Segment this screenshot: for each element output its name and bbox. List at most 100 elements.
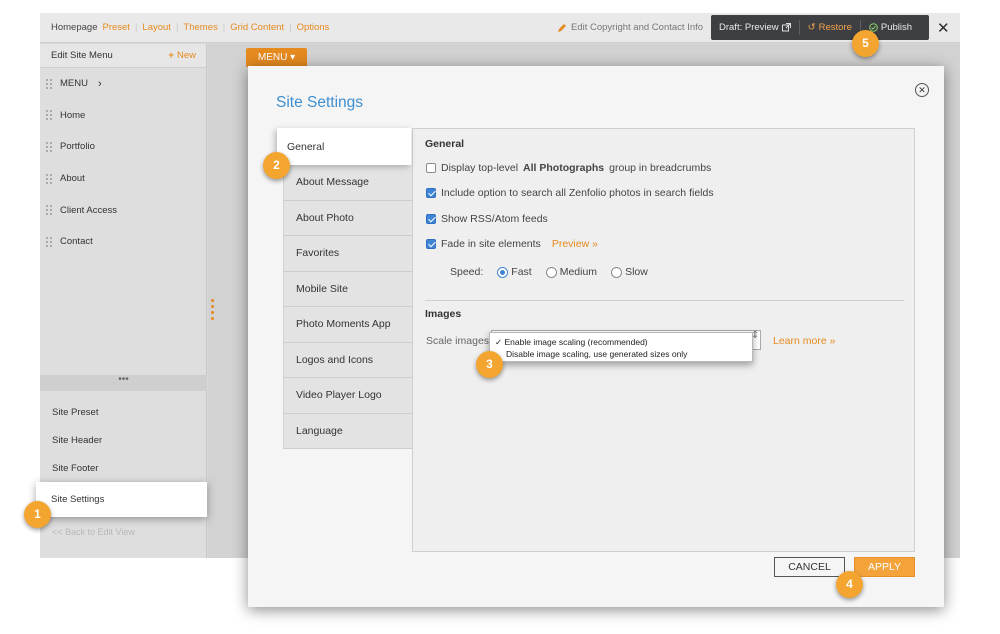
radio-label: Medium (559, 266, 598, 278)
sidebar-item-about[interactable]: About (40, 163, 206, 195)
speed-medium-radio[interactable]: Medium (545, 266, 598, 278)
restore-label: Restore (818, 22, 852, 33)
checkbox[interactable] (426, 163, 436, 173)
radio[interactable] (545, 266, 557, 278)
nav-separator: | (134, 22, 138, 33)
sidebar-item-label: Contact (60, 236, 93, 248)
tab-favorites[interactable]: Favorites (283, 236, 412, 272)
chevron-right-icon: › (97, 77, 102, 90)
tab-about-photo[interactable]: About Photo (283, 200, 412, 236)
radio-selected[interactable] (497, 266, 509, 278)
settings-tabs: General About Message About Photo Favori… (277, 128, 412, 449)
tab-photo-moments-app[interactable]: Photo Moments App (283, 307, 412, 343)
dropdown-option-label: Disable image scaling, use generated siz… (506, 349, 688, 359)
checkbox-checked[interactable] (426, 214, 436, 224)
tab-language[interactable]: Language (283, 413, 412, 449)
menu-dropdown-tab[interactable]: MENU ▾ (246, 48, 307, 67)
sidebar-item-label: Client Access (60, 204, 118, 216)
images-section-heading: Images (425, 308, 462, 320)
tab-logos-and-icons[interactable]: Logos and Icons (283, 342, 412, 378)
drag-handle-icon[interactable] (46, 78, 52, 89)
drag-handle-icon[interactable] (46, 236, 52, 247)
learn-more-link[interactable]: Learn more » (773, 335, 835, 347)
tab-about-message[interactable]: About Message (283, 165, 412, 201)
drag-handle-icon[interactable] (46, 110, 52, 121)
option-search-all-zenfolio[interactable]: Include option to search all Zenfolio ph… (426, 187, 714, 199)
step-badge-2: 2 (263, 152, 290, 179)
nav-grid-content[interactable]: Grid Content (230, 22, 284, 33)
sidebar-item-label: About (60, 173, 85, 185)
sidebar-item-menu[interactable]: MENU › (40, 68, 206, 100)
speed-slow-radio[interactable]: Slow (611, 266, 648, 278)
restore-button[interactable]: ↺ Restore (800, 15, 860, 40)
tab-general[interactable]: General (277, 128, 411, 165)
dropdown-option-disable-scaling[interactable]: Disable image scaling, use generated siz… (495, 348, 752, 360)
option-label-bold: All Photographs (523, 162, 605, 174)
pencil-icon (558, 23, 566, 32)
drag-handle-icon[interactable] (46, 205, 52, 216)
sidebar-item-site-settings[interactable]: Site Settings (36, 482, 207, 517)
drag-handle-icon[interactable] (46, 173, 52, 184)
option-all-photographs-breadcrumbs[interactable]: Display top-level All Photographs group … (426, 162, 711, 174)
sidebar-item-contact[interactable]: Contact (40, 226, 206, 258)
sidebar-resize-handle[interactable]: ••• (40, 375, 207, 391)
sidebar-item-site-preset[interactable]: Site Preset (40, 398, 207, 426)
section-divider (425, 300, 904, 301)
dropdown-option-label: Enable image scaling (recommended) (504, 337, 648, 347)
general-section-heading: General (425, 138, 465, 150)
speed-fast-radio[interactable]: Fast (497, 266, 532, 278)
nav-homepage[interactable]: Homepage (51, 22, 97, 33)
top-bar: Homepage Preset | Layout | Themes | Grid… (40, 13, 960, 43)
option-rss-feeds[interactable]: Show RSS/Atom feeds (426, 213, 548, 225)
tab-video-player-logo[interactable]: Video Player Logo (283, 378, 412, 414)
preview-link[interactable]: Preview » (552, 238, 598, 250)
close-editor-icon[interactable]: ✕ (937, 19, 950, 37)
radio[interactable] (611, 266, 623, 278)
new-label: New (176, 50, 196, 61)
plus-icon: + (168, 50, 174, 61)
nav-separator: | (289, 22, 292, 33)
option-label: Display top-level (441, 162, 519, 174)
nav-layout[interactable]: Layout (142, 22, 171, 33)
sidebar-item-client-access[interactable]: Client Access (40, 194, 206, 226)
nav-separator: | (175, 22, 179, 33)
back-to-edit-view-link[interactable]: << Back to Edit View (52, 527, 135, 537)
step-badge-4: 4 (836, 571, 863, 598)
dropdown-option-enable-scaling[interactable]: ✓ Enable image scaling (recommended) (495, 336, 752, 348)
radio-label: Slow (625, 266, 648, 278)
external-link-icon (781, 23, 791, 32)
draft-preview-button[interactable]: Draft: Preview (711, 15, 799, 40)
checkbox-checked[interactable] (426, 188, 436, 198)
edit-copyright-link[interactable]: Edit Copyright and Contact Info (557, 22, 703, 33)
edit-copyright-label: Edit Copyright and Contact Info (571, 22, 704, 33)
scale-images-label: Scale images (426, 335, 490, 347)
step-badge-5: 5 (852, 30, 879, 57)
nav-separator: | (222, 22, 226, 33)
option-label: group in breadcrumbs (609, 162, 712, 174)
sidebar-item-label: Portfolio (60, 141, 95, 153)
drag-handle-icon[interactable] (46, 141, 52, 152)
cancel-button[interactable]: CANCEL (774, 557, 845, 577)
option-label: Show RSS/Atom feeds (441, 213, 548, 225)
sidebar-item-portfolio[interactable]: Portfolio (40, 131, 206, 163)
step-badge-3: 3 (476, 351, 503, 378)
close-dialog-icon[interactable]: ✕ (915, 83, 929, 97)
nav-options[interactable]: Options (297, 22, 330, 33)
option-fade-in[interactable]: Fade in site elements Preview » (426, 238, 598, 250)
scale-images-dropdown[interactable]: ✓ Enable image scaling (recommended) Dis… (489, 332, 753, 362)
sidebar-item-site-header[interactable]: Site Header (40, 426, 207, 454)
sidebar-item-label: Home (60, 109, 86, 121)
draft-preview-label: Draft: Preview (719, 22, 779, 33)
option-label: Include option to search all Zenfolio ph… (441, 187, 714, 199)
sidebar-item-home[interactable]: Home (40, 100, 206, 132)
panel-resize-handle[interactable] (211, 299, 214, 320)
checkbox-checked[interactable] (426, 239, 436, 249)
radio-label: Fast (511, 266, 532, 278)
nav-preset[interactable]: Preset (102, 22, 129, 33)
nav-themes[interactable]: Themes (183, 22, 217, 33)
apply-button[interactable]: APPLY (854, 557, 915, 577)
new-menu-item-button[interactable]: + New (168, 50, 196, 61)
sidebar-item-site-footer[interactable]: Site Footer (40, 454, 207, 482)
tab-mobile-site[interactable]: Mobile Site (283, 271, 412, 307)
top-nav: Homepage Preset | Layout | Themes | Grid… (51, 22, 329, 33)
